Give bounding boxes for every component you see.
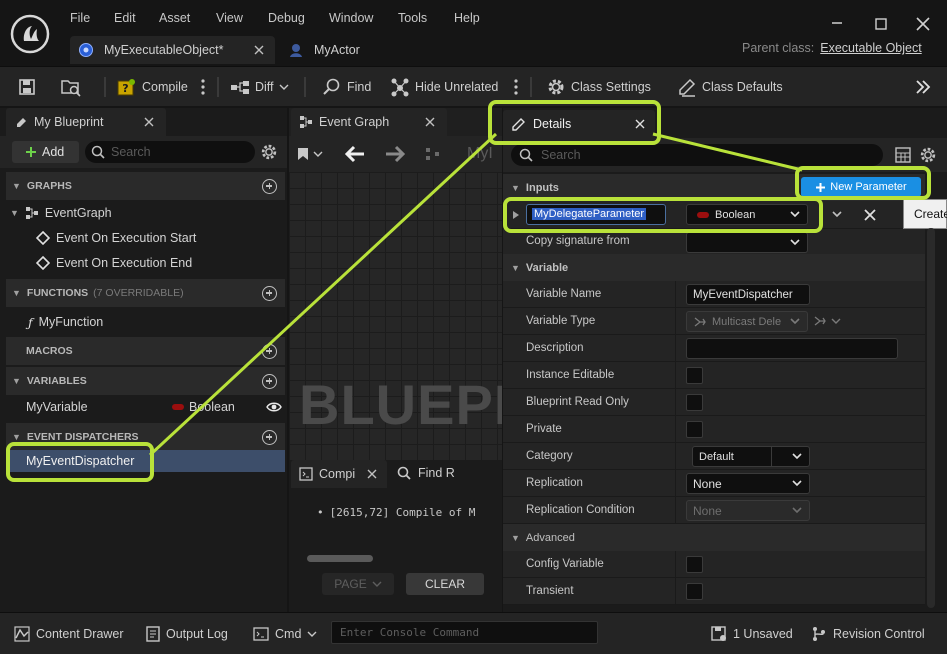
callout-lines bbox=[148, 132, 803, 457]
